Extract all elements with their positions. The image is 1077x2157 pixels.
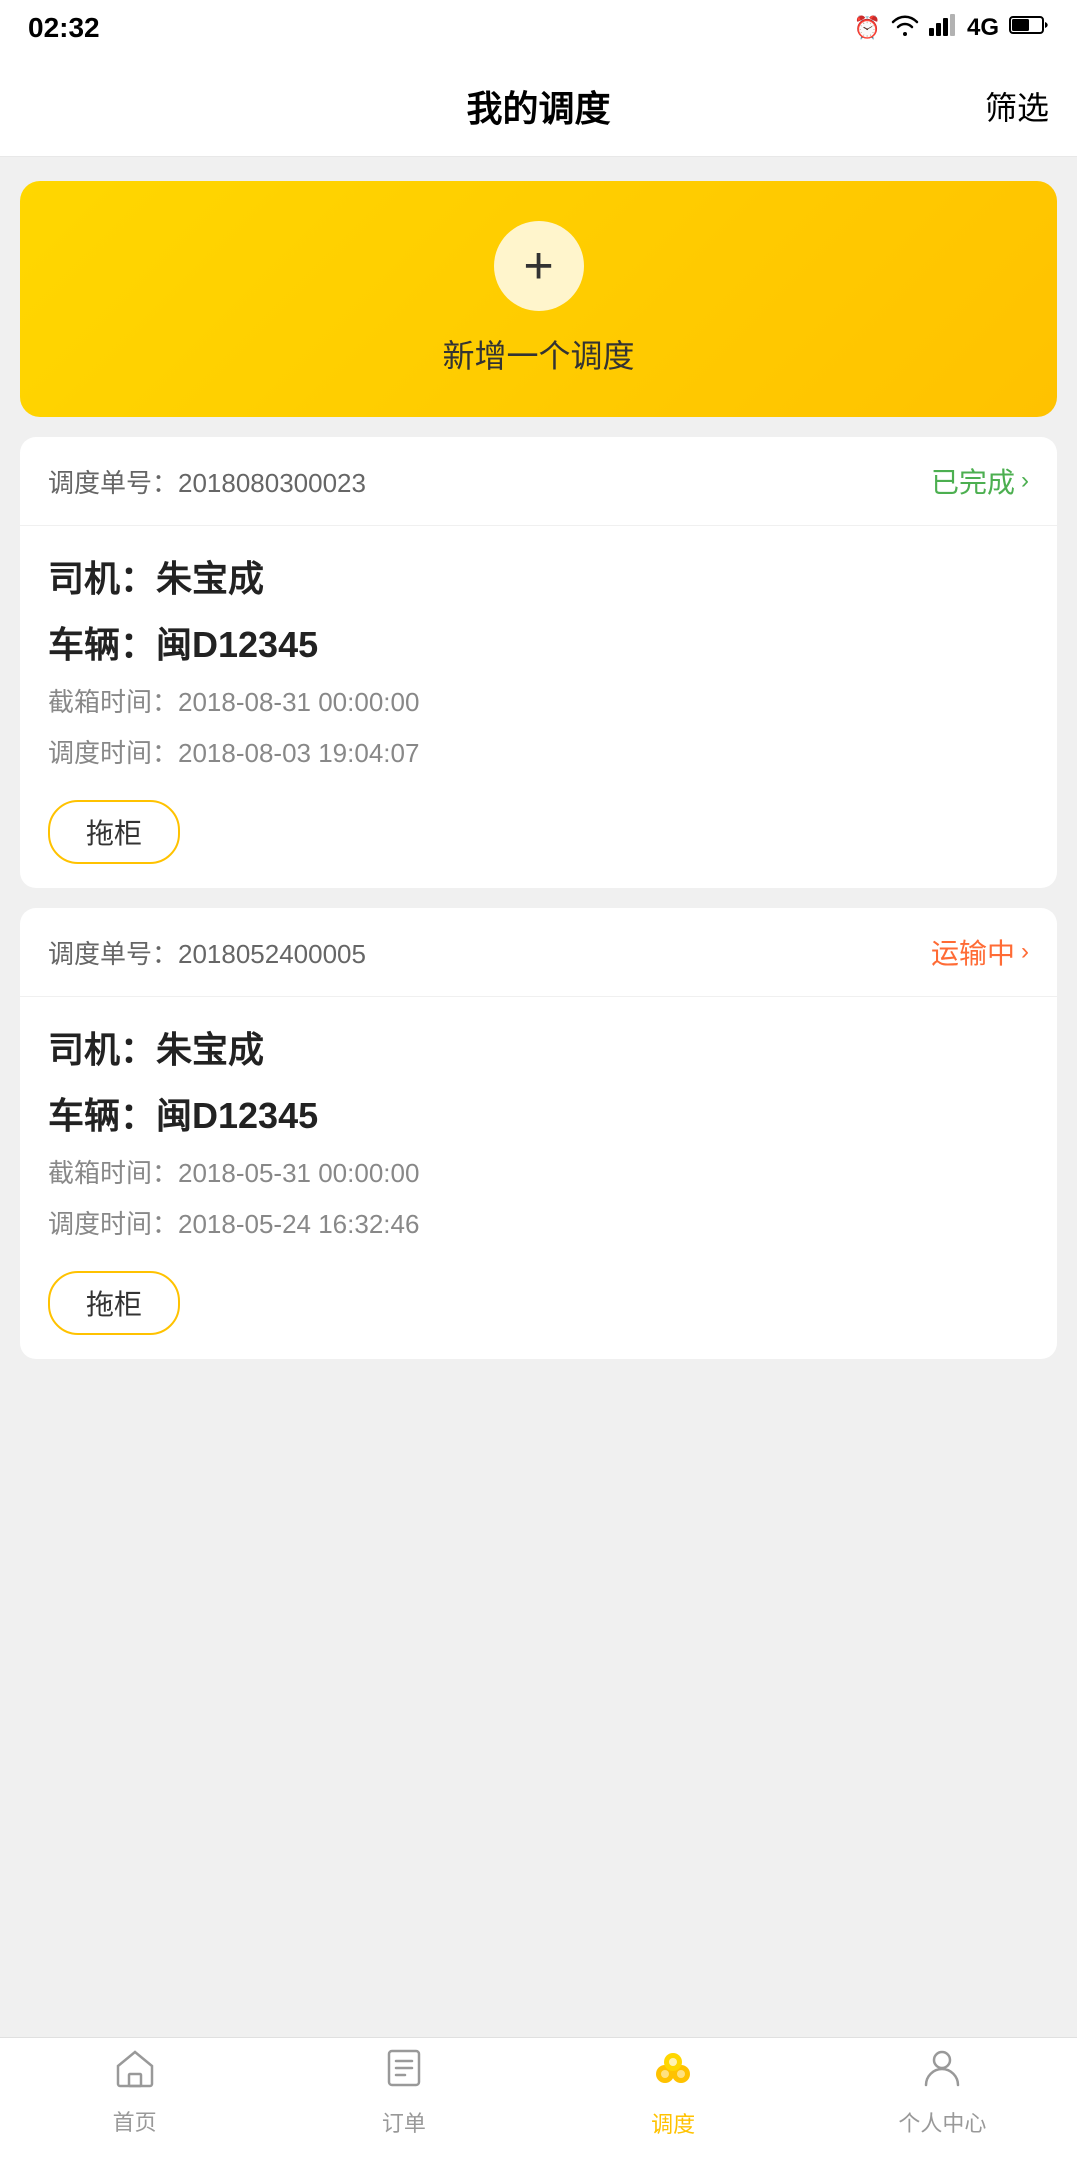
status-icons: ⏰ 4G [854,14,1049,42]
vehicle-field-1: 车辆：闽D12345 [48,1087,1029,1139]
cutoff-field-1: 截箱时间：2018-05-31 00:00:00 [48,1153,1029,1190]
driver-field-1: 司机：朱宝成 [48,1021,1029,1073]
schedule-card-1: 调度单号：2018052400005 运输中 › 司机：朱宝成 车辆：闽D123… [20,908,1057,1359]
tag-button-0[interactable]: 拖柜 [48,800,180,864]
cutoff-field-0: 截箱时间：2018-08-31 00:00:00 [48,682,1029,719]
chevron-right-icon-0: › [1021,467,1029,495]
add-label: 新增一个调度 [442,331,634,377]
alarm-icon: ⏰ [854,15,881,41]
nav-label-schedule: 调度 [651,2107,695,2139]
vehicle-no-0: 车辆：闽D12345 [48,616,1029,668]
tag-button-1[interactable]: 拖柜 [48,1271,180,1335]
order-no-0: 调度单号：2018080300023 [48,463,366,500]
orders-icon [385,2047,423,2100]
vehicle-no-1: 车辆：闽D12345 [48,1087,1029,1139]
schedule-card-0: 调度单号：2018080300023 已完成 › 司机：朱宝成 车辆：闽D123… [20,437,1057,888]
status-badge-0: 已完成 › [931,461,1029,501]
nav-item-home[interactable]: 首页 [0,2048,269,2137]
bottom-nav: 首页 订单 调度 [0,2037,1077,2157]
nav-item-orders[interactable]: 订单 [269,2047,538,2138]
add-circle: + [494,221,584,311]
schedule-time-0: 调度时间：2018-08-03 19:04:07 [48,733,1029,770]
home-icon [114,2048,156,2099]
schedule-field-1: 调度时间：2018-05-24 16:32:46 [48,1204,1029,1241]
card-body-0: 司机：朱宝成 车辆：闽D12345 截箱时间：2018-08-31 00:00:… [20,526,1057,888]
nav-item-profile[interactable]: 个人中心 [808,2047,1077,2138]
nav-label-home: 首页 [113,2105,157,2137]
cutoff-time-1: 截箱时间：2018-05-31 00:00:00 [48,1153,1029,1190]
profile-icon [923,2047,961,2100]
schedule-icon [649,2046,697,2101]
add-icon: + [523,240,553,292]
status-text-1: 运输中 [931,932,1015,972]
header: 我的调度 筛选 [0,56,1077,157]
status-text-0: 已完成 [931,461,1015,501]
nav-label-orders: 订单 [382,2106,426,2138]
driver-name-0: 司机：朱宝成 [48,550,1029,602]
status-time: 02:32 [28,12,100,44]
add-schedule-card[interactable]: + 新增一个调度 [20,181,1057,417]
nav-label-profile: 个人中心 [898,2106,986,2138]
card-header-0[interactable]: 调度单号：2018080300023 已完成 › [20,437,1057,526]
page-title: 我的调度 [466,80,610,132]
main-content: + 新增一个调度 调度单号：2018080300023 已完成 › 司机：朱宝成… [0,157,1077,1543]
status-badge-1: 运输中 › [931,932,1029,972]
card-header-1[interactable]: 调度单号：2018052400005 运输中 › [20,908,1057,997]
signal-icon [929,14,957,42]
card-body-1: 司机：朱宝成 车辆：闽D12345 截箱时间：2018-05-31 00:00:… [20,997,1057,1359]
driver-name-1: 司机：朱宝成 [48,1021,1029,1073]
driver-field-0: 司机：朱宝成 [48,550,1029,602]
cutoff-time-0: 截箱时间：2018-08-31 00:00:00 [48,682,1029,719]
order-no-1: 调度单号：2018052400005 [48,934,366,971]
wifi-icon [891,14,919,42]
nav-item-schedule[interactable]: 调度 [539,2046,808,2139]
vehicle-field-0: 车辆：闽D12345 [48,616,1029,668]
status-bar: 02:32 ⏰ 4G [0,0,1077,56]
schedule-time-1: 调度时间：2018-05-24 16:32:46 [48,1204,1029,1241]
bottom-spacer [20,1379,1057,1519]
filter-button[interactable]: 筛选 [985,83,1049,129]
schedule-field-0: 调度时间：2018-08-03 19:04:07 [48,733,1029,770]
network-type: 4G [967,14,999,42]
battery-icon [1009,14,1049,42]
chevron-right-icon-1: › [1021,938,1029,966]
